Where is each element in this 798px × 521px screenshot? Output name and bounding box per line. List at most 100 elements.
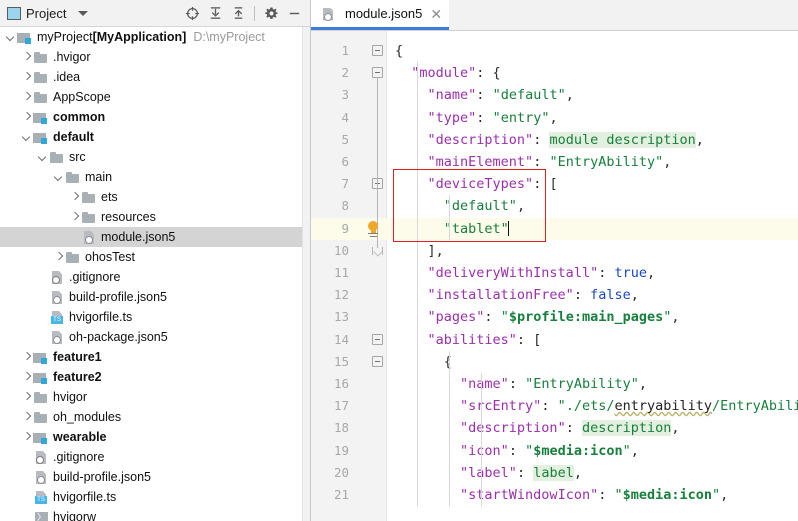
tree-row-src[interactable]: src	[0, 147, 302, 167]
fold-end-marker-10[interactable]	[372, 247, 383, 255]
project-panel: Project	[0, 0, 311, 521]
fold-toggle-7[interactable]	[372, 173, 384, 195]
chevron-right-icon[interactable]	[54, 252, 65, 263]
tree-row-ohostest[interactable]: ohosTest	[0, 247, 302, 267]
tree-row-oh-modules[interactable]: oh_modules	[0, 407, 302, 427]
chevron-down-icon[interactable]	[6, 32, 17, 43]
tree-row-build-profile-json5[interactable]: build-profile.json5	[0, 467, 302, 487]
tree-row-wearable[interactable]: wearable	[0, 427, 302, 447]
code-line-text: "type": "entry",	[387, 107, 558, 129]
token-p: :	[533, 132, 549, 148]
chevron-right-icon[interactable]	[22, 432, 33, 443]
ide-window: Project	[0, 0, 798, 521]
chevron-right-icon[interactable]	[22, 392, 33, 403]
line-number: 18	[311, 417, 349, 439]
code-line-6[interactable]: "mainElement": "EntryAbility",	[387, 151, 798, 173]
chevron-right-icon[interactable]	[70, 212, 81, 223]
folder-icon	[33, 49, 50, 65]
code-line-14[interactable]: "abilities": [	[387, 329, 798, 351]
code-line-2[interactable]: "module": {	[387, 62, 798, 84]
token-s: "	[614, 487, 622, 503]
fold-toggle-15[interactable]	[372, 351, 384, 373]
chevron-right-icon[interactable]	[22, 112, 33, 123]
tree-row-hvigorfile-ts[interactable]: hvigorfile.ts	[0, 307, 302, 327]
tree-spacer	[22, 452, 33, 463]
tree-row-default[interactable]: default	[0, 127, 302, 147]
tree-row-common[interactable]: common	[0, 107, 302, 127]
settings-gear-icon[interactable]	[260, 2, 282, 24]
chevron-down-icon[interactable]	[78, 11, 88, 16]
module-folder-icon	[17, 29, 34, 45]
code-line-text: "deliveryWithInstall": true,	[387, 262, 655, 284]
tree-row--hvigor[interactable]: .hvigor	[0, 47, 302, 67]
tree-row-oh-package-json5[interactable]: oh-package.json5	[0, 327, 302, 347]
code-editor[interactable]: 123456789101112131415161718192021 { "mod…	[311, 31, 798, 521]
chevron-right-icon[interactable]	[70, 192, 81, 203]
code-line-7[interactable]: "deviceTypes": [	[387, 173, 798, 195]
chevron-down-icon[interactable]	[38, 152, 49, 163]
tree-row-resources[interactable]: resources	[0, 207, 302, 227]
code-line-13[interactable]: "pages": "$profile:main_pages",	[387, 306, 798, 328]
indent-guide	[449, 351, 450, 506]
line-number: 3	[311, 84, 349, 106]
editor-code-lines[interactable]: { "module": { "name": "default", "type":…	[387, 31, 798, 521]
code-line-1[interactable]: {	[387, 40, 798, 62]
tree-row-module-json5[interactable]: module.json5	[0, 227, 302, 247]
token-s: /EntryAbility	[712, 398, 798, 414]
tree-row-main[interactable]: main	[0, 167, 302, 187]
code-line-12[interactable]: "installationFree": false,	[387, 284, 798, 306]
token-p: ,	[696, 132, 704, 148]
chevron-right-icon[interactable]	[22, 372, 33, 383]
tree-row-myproject[interactable]: myProject [MyApplication]D:\myProject	[0, 27, 302, 47]
tree-row--gitignore[interactable]: .gitignore	[0, 447, 302, 467]
fold-toggle-2[interactable]	[372, 62, 384, 84]
editor-gutter[interactable]: 123456789101112131415161718192021	[311, 31, 387, 521]
project-tree-scrollbar[interactable]	[302, 27, 311, 521]
chevron-right-icon[interactable]	[22, 92, 33, 103]
chevron-right-icon[interactable]	[22, 412, 33, 423]
tree-row-build-profile-json5[interactable]: build-profile.json5	[0, 287, 302, 307]
token-p	[395, 420, 460, 436]
project-title-group[interactable]: Project	[0, 7, 88, 20]
code-line-4[interactable]: "type": "entry",	[387, 107, 798, 129]
chevron-down-icon[interactable]	[54, 172, 65, 183]
folder-icon	[81, 189, 98, 205]
select-opened-file-icon[interactable]	[181, 2, 203, 24]
chevron-down-icon[interactable]	[22, 132, 33, 143]
tab-module-json5[interactable]: module.json5 ✕	[311, 0, 449, 30]
editor-panel: module.json5 ✕ 1234567891011121314151617…	[311, 0, 798, 521]
token-p	[395, 110, 428, 126]
code-line-3[interactable]: "name": "default",	[387, 84, 798, 106]
fold-toggle-14[interactable]	[372, 329, 384, 351]
tree-row-hvigor[interactable]: hvigor	[0, 387, 302, 407]
hide-icon[interactable]	[283, 2, 305, 24]
project-tree[interactable]: myProject [MyApplication]D:\myProject.hv…	[0, 27, 302, 521]
indent-guide	[449, 195, 450, 239]
fold-toggle-1[interactable]	[372, 40, 384, 62]
tree-row-label: build-profile.json5	[53, 470, 151, 484]
chevron-right-icon[interactable]	[22, 72, 33, 83]
code-line-11[interactable]: "deliveryWithInstall": true,	[387, 262, 798, 284]
expand-all-icon[interactable]	[204, 2, 226, 24]
tree-row-hvigorfile-ts[interactable]: hvigorfile.ts	[0, 487, 302, 507]
code-line-5[interactable]: "description": module description,	[387, 129, 798, 151]
chevron-right-icon[interactable]	[22, 352, 33, 363]
tree-row-appscope[interactable]: AppScope	[0, 87, 302, 107]
token-p: ],	[395, 243, 444, 259]
tree-row-feature1[interactable]: feature1	[0, 347, 302, 367]
tree-row-ets[interactable]: ets	[0, 187, 302, 207]
token-p	[395, 398, 460, 414]
lightbulb-icon[interactable]	[366, 221, 380, 237]
code-line-text: "default",	[387, 195, 525, 217]
chevron-right-icon[interactable]	[22, 52, 33, 63]
code-line-10[interactable]: ],	[387, 240, 798, 262]
close-icon[interactable]: ✕	[430, 8, 442, 20]
tree-row--gitignore[interactable]: .gitignore	[0, 267, 302, 287]
tree-row--idea[interactable]: .idea	[0, 67, 302, 87]
tree-row-label: src	[69, 150, 86, 164]
token-p: :	[517, 465, 533, 481]
tree-row-feature2[interactable]: feature2	[0, 367, 302, 387]
collapse-all-icon[interactable]	[227, 2, 249, 24]
json5-file-icon	[33, 469, 50, 485]
tree-row-hvigorw[interactable]: hvigorw	[0, 507, 302, 521]
